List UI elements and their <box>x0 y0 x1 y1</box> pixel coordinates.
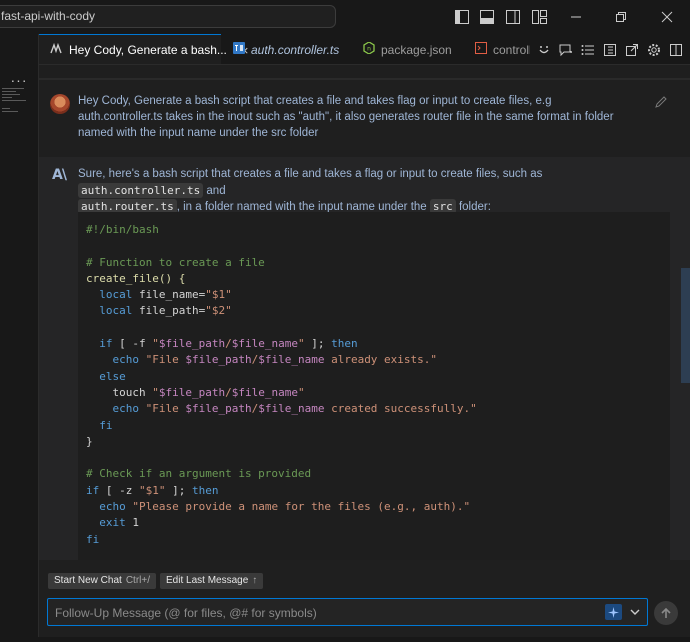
tab-auth-controller[interactable]: auth.controller.ts <box>223 34 351 64</box>
editor-actions-toolbar <box>530 34 690 64</box>
tab-label: Hey Cody, Generate a bash... <box>69 43 227 57</box>
avatar <box>50 94 70 114</box>
toggle-split-icon[interactable] <box>666 40 686 60</box>
minimap-line <box>2 94 20 95</box>
followup-input-box <box>47 598 648 627</box>
cody-commands-icon[interactable] <box>534 40 554 60</box>
restore-icon[interactable] <box>607 6 635 28</box>
command-center-search[interactable]: fast-api-with-cody <box>0 5 336 28</box>
toggle-panel-icon[interactable] <box>476 6 498 28</box>
send-button[interactable] <box>654 601 678 625</box>
chevron-down-icon[interactable] <box>628 604 642 620</box>
typescript-file-icon <box>233 42 245 57</box>
human-message-text: Hey Cody, Generate a bash script that cr… <box>78 95 614 139</box>
minimap-line <box>2 111 18 112</box>
sparkle-icon <box>608 606 619 618</box>
enhanced-context-button[interactable] <box>605 604 622 620</box>
edit-last-message-button[interactable]: Edit Last Message ↑ <box>160 573 264 589</box>
cody-chat-icon <box>49 42 63 59</box>
cody-logo-icon: A\ <box>52 167 67 183</box>
tab-package-json[interactable]: n package.json <box>353 34 465 64</box>
scrollbar-thumb[interactable] <box>681 268 690 383</box>
human-message: Hey Cody, Generate a bash script that cr… <box>39 89 690 155</box>
open-external-icon[interactable] <box>622 40 642 60</box>
editor-tab-bar: Hey Cody, Generate a bash... × auth.cont… <box>39 34 690 65</box>
edit-pencil-icon[interactable] <box>654 95 668 109</box>
svg-text:n: n <box>367 46 371 53</box>
settings-gear-icon[interactable] <box>644 40 664 60</box>
minimap-line <box>2 91 16 92</box>
customize-layout-icon[interactable] <box>528 6 550 28</box>
assistant-intro-text: Sure, here's a bash script that creates … <box>78 168 543 214</box>
chat-history-icon[interactable] <box>578 40 598 60</box>
code-content: #!/bin/bash # Function to create a file … <box>86 223 477 546</box>
nodejs-file-icon: n <box>363 41 375 57</box>
assistant-message: A\ Sure, here's a bash script that creat… <box>39 157 690 560</box>
minimap-line <box>2 100 26 101</box>
sidebar-panel: ··· <box>0 34 38 642</box>
code-block[interactable]: #!/bin/bash # Function to create a file … <box>78 212 670 560</box>
minimap-line <box>2 108 10 109</box>
new-chat-icon[interactable] <box>556 40 576 60</box>
arrow-up-icon <box>661 607 671 618</box>
chat-transcript: Hey Cody, Generate a bash script that cr… <box>39 65 690 560</box>
followup-message-input[interactable] <box>48 599 597 627</box>
terminal-file-icon <box>475 42 487 57</box>
divider <box>39 78 690 80</box>
toggle-secondary-sidebar-icon[interactable] <box>502 6 524 28</box>
start-new-chat-button[interactable]: Start New Chat Ctrl+/ <box>48 573 156 589</box>
close-icon[interactable] <box>653 6 681 28</box>
status-bar-edge <box>0 637 690 642</box>
minimize-icon[interactable] <box>562 6 590 28</box>
tab-label: auth.controller.ts <box>251 42 340 57</box>
chat-input-area: Start New Chat Ctrl+/ Edit Last Message ↑ <box>39 560 690 642</box>
minimap-line <box>2 97 12 98</box>
tab-label: package.json <box>381 42 452 57</box>
title-bar: fast-api-with-cody <box>0 0 690 34</box>
split-editor-icon[interactable] <box>600 40 620 60</box>
inline-code: auth.controller.ts <box>78 182 204 198</box>
minimap-line <box>2 88 24 89</box>
toggle-primary-sidebar-icon[interactable] <box>451 6 473 28</box>
tab-label: controll <box>493 42 532 57</box>
tab-cody-chat[interactable]: Hey Cody, Generate a bash... × <box>39 34 248 64</box>
